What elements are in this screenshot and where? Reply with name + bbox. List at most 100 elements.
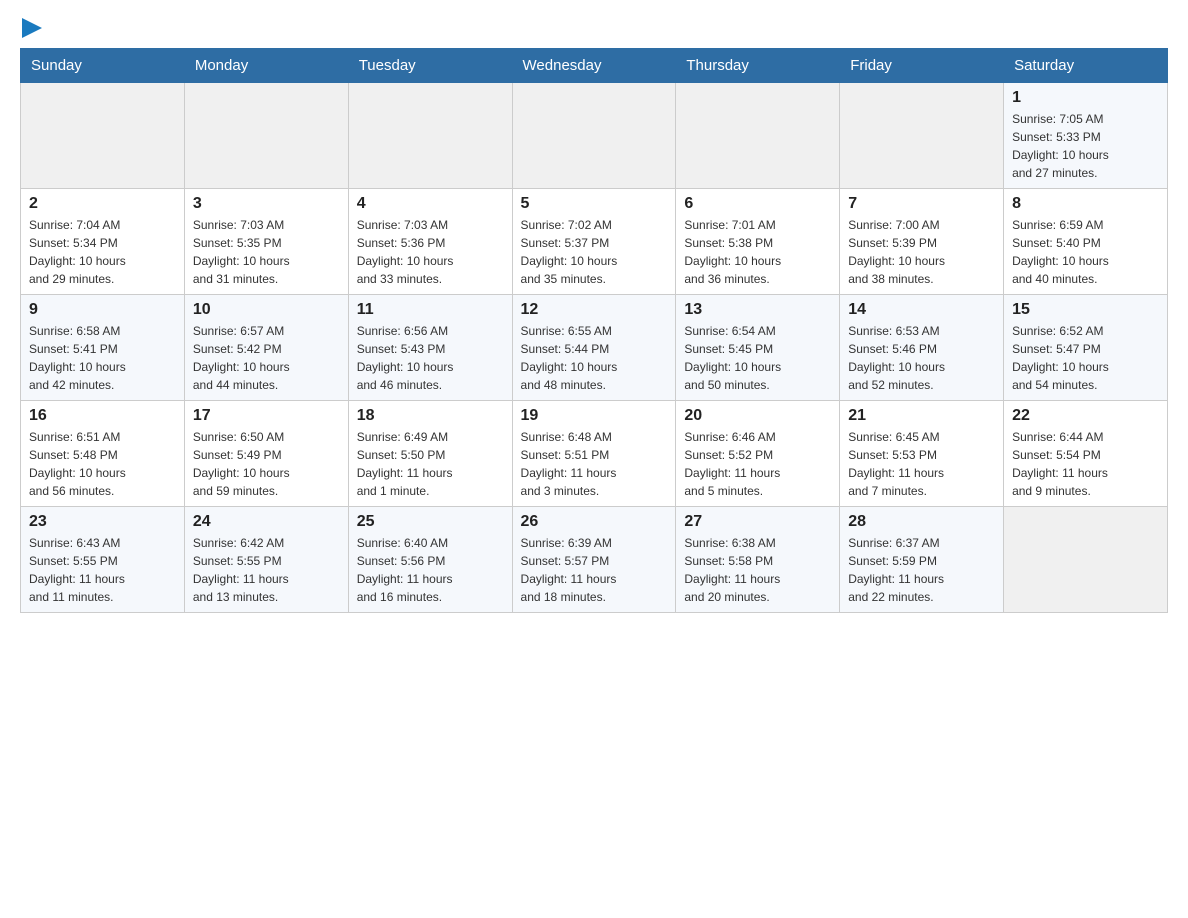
logo-arrow-icon: [22, 18, 42, 38]
day-info: Sunrise: 6:51 AM Sunset: 5:48 PM Dayligh…: [29, 428, 176, 500]
logo: [20, 20, 42, 38]
calendar-cell: 14 Sunrise: 6:53 AM Sunset: 5:46 PM Dayli…: [840, 295, 1004, 401]
calendar-cell: 26 Sunrise: 6:39 AM Sunset: 5:57 PM Dayli…: [512, 507, 676, 613]
day-info: Sunrise: 6:44 AM Sunset: 5:54 PM Dayligh…: [1012, 428, 1159, 500]
day-number: 17: [193, 407, 340, 425]
day-info: Sunrise: 6:56 AM Sunset: 5:43 PM Dayligh…: [357, 322, 504, 394]
calendar-cell: 19 Sunrise: 6:48 AM Sunset: 5:51 PM Dayli…: [512, 401, 676, 507]
day-info: Sunrise: 7:01 AM Sunset: 5:38 PM Dayligh…: [684, 216, 831, 288]
calendar-cell: [348, 83, 512, 189]
day-info: Sunrise: 6:43 AM Sunset: 5:55 PM Dayligh…: [29, 534, 176, 606]
day-info: Sunrise: 7:03 AM Sunset: 5:35 PM Dayligh…: [193, 216, 340, 288]
day-info: Sunrise: 6:59 AM Sunset: 5:40 PM Dayligh…: [1012, 216, 1159, 288]
day-number: 9: [29, 301, 176, 319]
calendar-cell: 16 Sunrise: 6:51 AM Sunset: 5:48 PM Dayli…: [21, 401, 185, 507]
day-number: 3: [193, 195, 340, 213]
calendar-cell: 7 Sunrise: 7:00 AM Sunset: 5:39 PM Daylig…: [840, 189, 1004, 295]
day-number: 12: [521, 301, 668, 319]
day-info: Sunrise: 6:46 AM Sunset: 5:52 PM Dayligh…: [684, 428, 831, 500]
calendar-cell: 12 Sunrise: 6:55 AM Sunset: 5:44 PM Dayli…: [512, 295, 676, 401]
calendar-week-4: 16 Sunrise: 6:51 AM Sunset: 5:48 PM Dayli…: [21, 401, 1168, 507]
calendar-cell: [21, 83, 185, 189]
calendar-cell: 2 Sunrise: 7:04 AM Sunset: 5:34 PM Daylig…: [21, 189, 185, 295]
day-number: 5: [521, 195, 668, 213]
calendar-cell: 27 Sunrise: 6:38 AM Sunset: 5:58 PM Dayli…: [676, 507, 840, 613]
day-number: 7: [848, 195, 995, 213]
day-info: Sunrise: 7:02 AM Sunset: 5:37 PM Dayligh…: [521, 216, 668, 288]
day-info: Sunrise: 6:55 AM Sunset: 5:44 PM Dayligh…: [521, 322, 668, 394]
calendar-cell: 8 Sunrise: 6:59 AM Sunset: 5:40 PM Daylig…: [1004, 189, 1168, 295]
day-number: 1: [1012, 89, 1159, 107]
day-info: Sunrise: 6:39 AM Sunset: 5:57 PM Dayligh…: [521, 534, 668, 606]
calendar-header-row: SundayMondayTuesdayWednesdayThursdayFrid…: [21, 49, 1168, 83]
calendar-header-thursday: Thursday: [676, 49, 840, 83]
calendar-week-3: 9 Sunrise: 6:58 AM Sunset: 5:41 PM Daylig…: [21, 295, 1168, 401]
day-number: 6: [684, 195, 831, 213]
calendar-cell: 25 Sunrise: 6:40 AM Sunset: 5:56 PM Dayli…: [348, 507, 512, 613]
day-number: 8: [1012, 195, 1159, 213]
day-info: Sunrise: 6:53 AM Sunset: 5:46 PM Dayligh…: [848, 322, 995, 394]
calendar-header-wednesday: Wednesday: [512, 49, 676, 83]
day-number: 23: [29, 513, 176, 531]
day-number: 15: [1012, 301, 1159, 319]
day-info: Sunrise: 6:50 AM Sunset: 5:49 PM Dayligh…: [193, 428, 340, 500]
day-info: Sunrise: 6:48 AM Sunset: 5:51 PM Dayligh…: [521, 428, 668, 500]
calendar-cell: 6 Sunrise: 7:01 AM Sunset: 5:38 PM Daylig…: [676, 189, 840, 295]
calendar-header-saturday: Saturday: [1004, 49, 1168, 83]
day-number: 16: [29, 407, 176, 425]
calendar-cell: 15Sunrise: 6:52 AM Sunset: 5:47 PM Dayli…: [1004, 295, 1168, 401]
calendar-cell: 28 Sunrise: 6:37 AM Sunset: 5:59 PM Dayli…: [840, 507, 1004, 613]
day-info: Sunrise: 6:45 AM Sunset: 5:53 PM Dayligh…: [848, 428, 995, 500]
calendar-cell: [840, 83, 1004, 189]
day-number: 26: [521, 513, 668, 531]
day-info: Sunrise: 7:05 AM Sunset: 5:33 PM Dayligh…: [1012, 110, 1159, 182]
calendar-cell: 1 Sunrise: 7:05 AM Sunset: 5:33 PM Daylig…: [1004, 83, 1168, 189]
day-number: 27: [684, 513, 831, 531]
calendar-cell: 10 Sunrise: 6:57 AM Sunset: 5:42 PM Dayli…: [184, 295, 348, 401]
calendar-cell: 13 Sunrise: 6:54 AM Sunset: 5:45 PM Dayli…: [676, 295, 840, 401]
day-number: 19: [521, 407, 668, 425]
day-info: Sunrise: 6:49 AM Sunset: 5:50 PM Dayligh…: [357, 428, 504, 500]
calendar-cell: 24Sunrise: 6:42 AM Sunset: 5:55 PM Dayli…: [184, 507, 348, 613]
day-number: 22: [1012, 407, 1159, 425]
day-number: 25: [357, 513, 504, 531]
calendar-cell: 9 Sunrise: 6:58 AM Sunset: 5:41 PM Daylig…: [21, 295, 185, 401]
day-info: Sunrise: 7:03 AM Sunset: 5:36 PM Dayligh…: [357, 216, 504, 288]
calendar-cell: 11 Sunrise: 6:56 AM Sunset: 5:43 PM Dayli…: [348, 295, 512, 401]
day-number: 20: [684, 407, 831, 425]
calendar-week-5: 23 Sunrise: 6:43 AM Sunset: 5:55 PM Dayli…: [21, 507, 1168, 613]
day-number: 4: [357, 195, 504, 213]
day-number: 10: [193, 301, 340, 319]
day-number: 28: [848, 513, 995, 531]
day-number: 14: [848, 301, 995, 319]
calendar-header-sunday: Sunday: [21, 49, 185, 83]
day-info: Sunrise: 6:57 AM Sunset: 5:42 PM Dayligh…: [193, 322, 340, 394]
day-info: Sunrise: 7:04 AM Sunset: 5:34 PM Dayligh…: [29, 216, 176, 288]
calendar-cell: [512, 83, 676, 189]
calendar-cell: 5 Sunrise: 7:02 AM Sunset: 5:37 PM Daylig…: [512, 189, 676, 295]
day-number: 11: [357, 301, 504, 319]
calendar-header-monday: Monday: [184, 49, 348, 83]
day-number: 21: [848, 407, 995, 425]
day-info: Sunrise: 7:00 AM Sunset: 5:39 PM Dayligh…: [848, 216, 995, 288]
day-info: Sunrise: 6:38 AM Sunset: 5:58 PM Dayligh…: [684, 534, 831, 606]
day-info: Sunrise: 6:40 AM Sunset: 5:56 PM Dayligh…: [357, 534, 504, 606]
day-info: Sunrise: 6:54 AM Sunset: 5:45 PM Dayligh…: [684, 322, 831, 394]
calendar-cell: [1004, 507, 1168, 613]
calendar-header-friday: Friday: [840, 49, 1004, 83]
page-header: [20, 20, 1168, 38]
day-info: Sunrise: 6:58 AM Sunset: 5:41 PM Dayligh…: [29, 322, 176, 394]
calendar-cell: 4 Sunrise: 7:03 AM Sunset: 5:36 PM Daylig…: [348, 189, 512, 295]
day-number: 18: [357, 407, 504, 425]
calendar-header-tuesday: Tuesday: [348, 49, 512, 83]
day-number: 2: [29, 195, 176, 213]
calendar-cell: 20 Sunrise: 6:46 AM Sunset: 5:52 PM Dayli…: [676, 401, 840, 507]
calendar-week-1: 1 Sunrise: 7:05 AM Sunset: 5:33 PM Daylig…: [21, 83, 1168, 189]
day-info: Sunrise: 6:42 AM Sunset: 5:55 PM Dayligh…: [193, 534, 340, 606]
day-number: 13: [684, 301, 831, 319]
calendar-cell: 18 Sunrise: 6:49 AM Sunset: 5:50 PM Dayli…: [348, 401, 512, 507]
calendar-cell: 3 Sunrise: 7:03 AM Sunset: 5:35 PM Daylig…: [184, 189, 348, 295]
day-info: Sunrise: 6:37 AM Sunset: 5:59 PM Dayligh…: [848, 534, 995, 606]
calendar-cell: [676, 83, 840, 189]
calendar-cell: 21 Sunrise: 6:45 AM Sunset: 5:53 PM Dayli…: [840, 401, 1004, 507]
